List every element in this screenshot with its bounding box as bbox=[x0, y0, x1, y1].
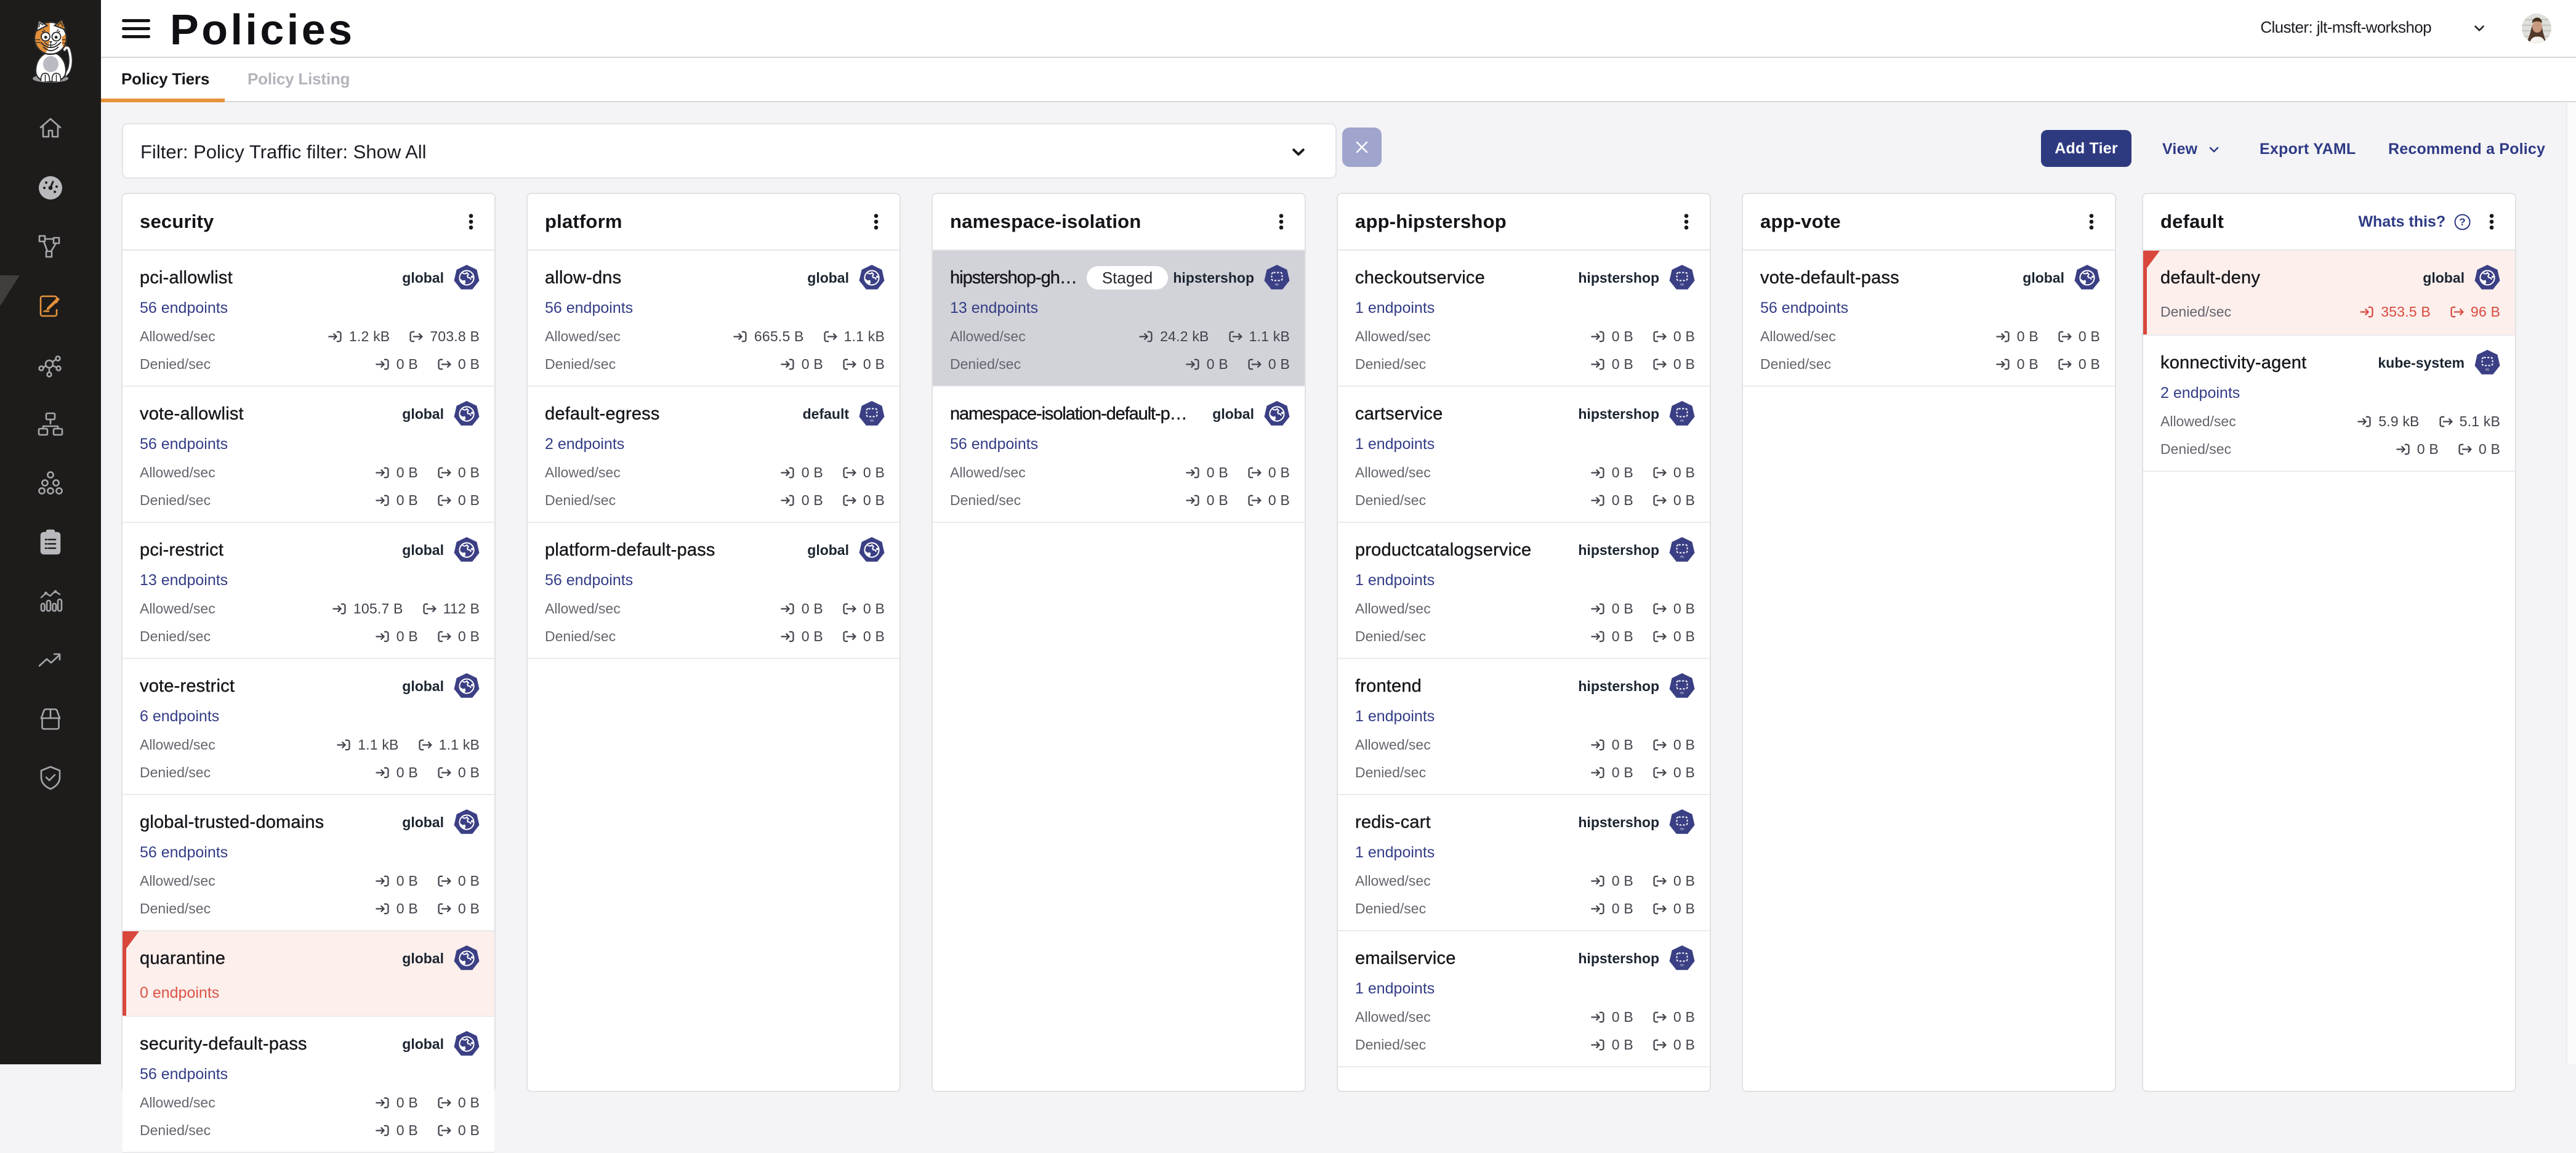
svg-text:ns: ns bbox=[1680, 283, 1684, 287]
svg-text:ns: ns bbox=[1680, 964, 1684, 968]
svg-text:ns: ns bbox=[2485, 368, 2489, 372]
svg-text:ns: ns bbox=[1680, 419, 1684, 423]
svg-text:ns: ns bbox=[870, 419, 874, 423]
svg-text:ns: ns bbox=[1680, 556, 1684, 559]
svg-text:ns: ns bbox=[1275, 283, 1279, 287]
svg-text:ns: ns bbox=[1680, 828, 1684, 831]
svg-text:?: ? bbox=[2459, 216, 2465, 228]
svg-text:ns: ns bbox=[1680, 692, 1684, 695]
